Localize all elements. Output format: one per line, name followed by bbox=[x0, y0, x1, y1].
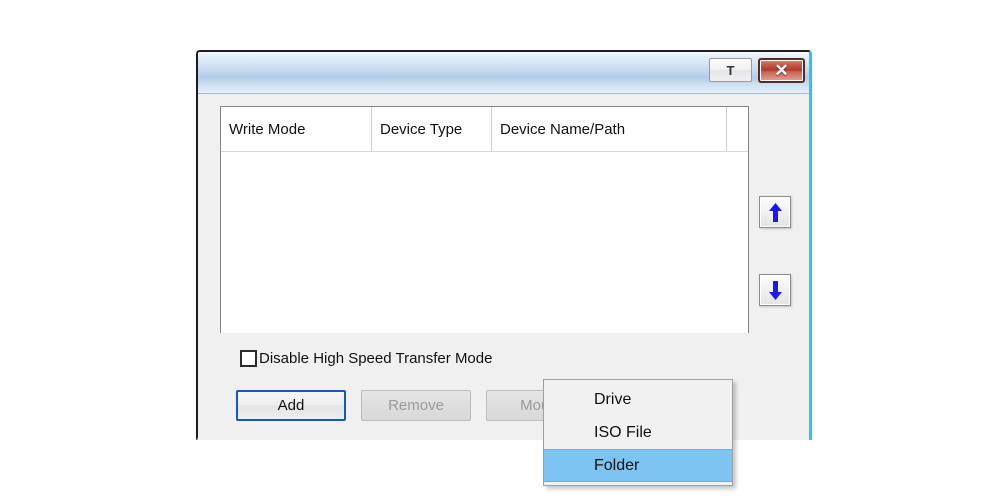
titlebar-button-group: T ✕ bbox=[709, 58, 805, 83]
menu-item-iso-file[interactable]: ISO File bbox=[544, 416, 732, 449]
menu-item-folder-label: Folder bbox=[594, 457, 639, 475]
column-header-device-type-label: Device Type bbox=[380, 121, 462, 138]
menu-item-drive[interactable]: Drive bbox=[544, 383, 732, 416]
up-arrow-icon bbox=[768, 203, 783, 222]
device-list-header: Write Mode Device Type Device Name/Path bbox=[221, 107, 748, 152]
window-titlebar[interactable]: T ✕ bbox=[198, 52, 809, 94]
column-header-device-name-path-label: Device Name/Path bbox=[500, 121, 625, 138]
dialog-client-area: Write Mode Device Type Device Name/Path bbox=[198, 94, 809, 440]
column-header-device-name-path[interactable]: Device Name/Path bbox=[491, 107, 726, 151]
move-down-button[interactable] bbox=[759, 274, 791, 306]
menu-item-iso-file-label: ISO File bbox=[594, 424, 652, 442]
mount-manager-dialog: T ✕ Write Mode Device Type bbox=[196, 50, 812, 440]
move-up-button[interactable] bbox=[759, 196, 791, 228]
tool-t-icon: T bbox=[727, 63, 735, 78]
column-header-device-type[interactable]: Device Type bbox=[371, 107, 491, 151]
device-type-context-menu: Drive ISO File Folder bbox=[543, 379, 733, 486]
down-arrow-icon bbox=[768, 281, 783, 300]
menu-item-folder[interactable]: Folder bbox=[544, 449, 732, 482]
add-button-label: Add bbox=[278, 397, 305, 414]
device-list-body[interactable] bbox=[221, 152, 748, 333]
close-icon: ✕ bbox=[774, 62, 788, 79]
remove-button: Remove bbox=[361, 390, 471, 421]
disable-high-speed-label: Disable High Speed Transfer Mode bbox=[259, 350, 492, 367]
column-header-write-mode-label: Write Mode bbox=[229, 121, 305, 138]
disable-high-speed-checkbox-row[interactable]: Disable High Speed Transfer Mode bbox=[240, 350, 492, 367]
tool-button[interactable]: T bbox=[709, 58, 752, 82]
remove-button-label: Remove bbox=[388, 397, 444, 414]
column-header-write-mode[interactable]: Write Mode bbox=[221, 107, 371, 151]
menu-item-drive-label: Drive bbox=[594, 391, 631, 409]
close-button[interactable]: ✕ bbox=[758, 58, 805, 83]
add-button[interactable]: Add bbox=[236, 390, 346, 421]
disable-high-speed-checkbox[interactable] bbox=[240, 350, 257, 367]
device-list-view[interactable]: Write Mode Device Type Device Name/Path bbox=[220, 106, 749, 333]
column-header-spacer[interactable] bbox=[726, 107, 748, 151]
screenshot-canvas: T ✕ Write Mode Device Type bbox=[0, 0, 1000, 500]
